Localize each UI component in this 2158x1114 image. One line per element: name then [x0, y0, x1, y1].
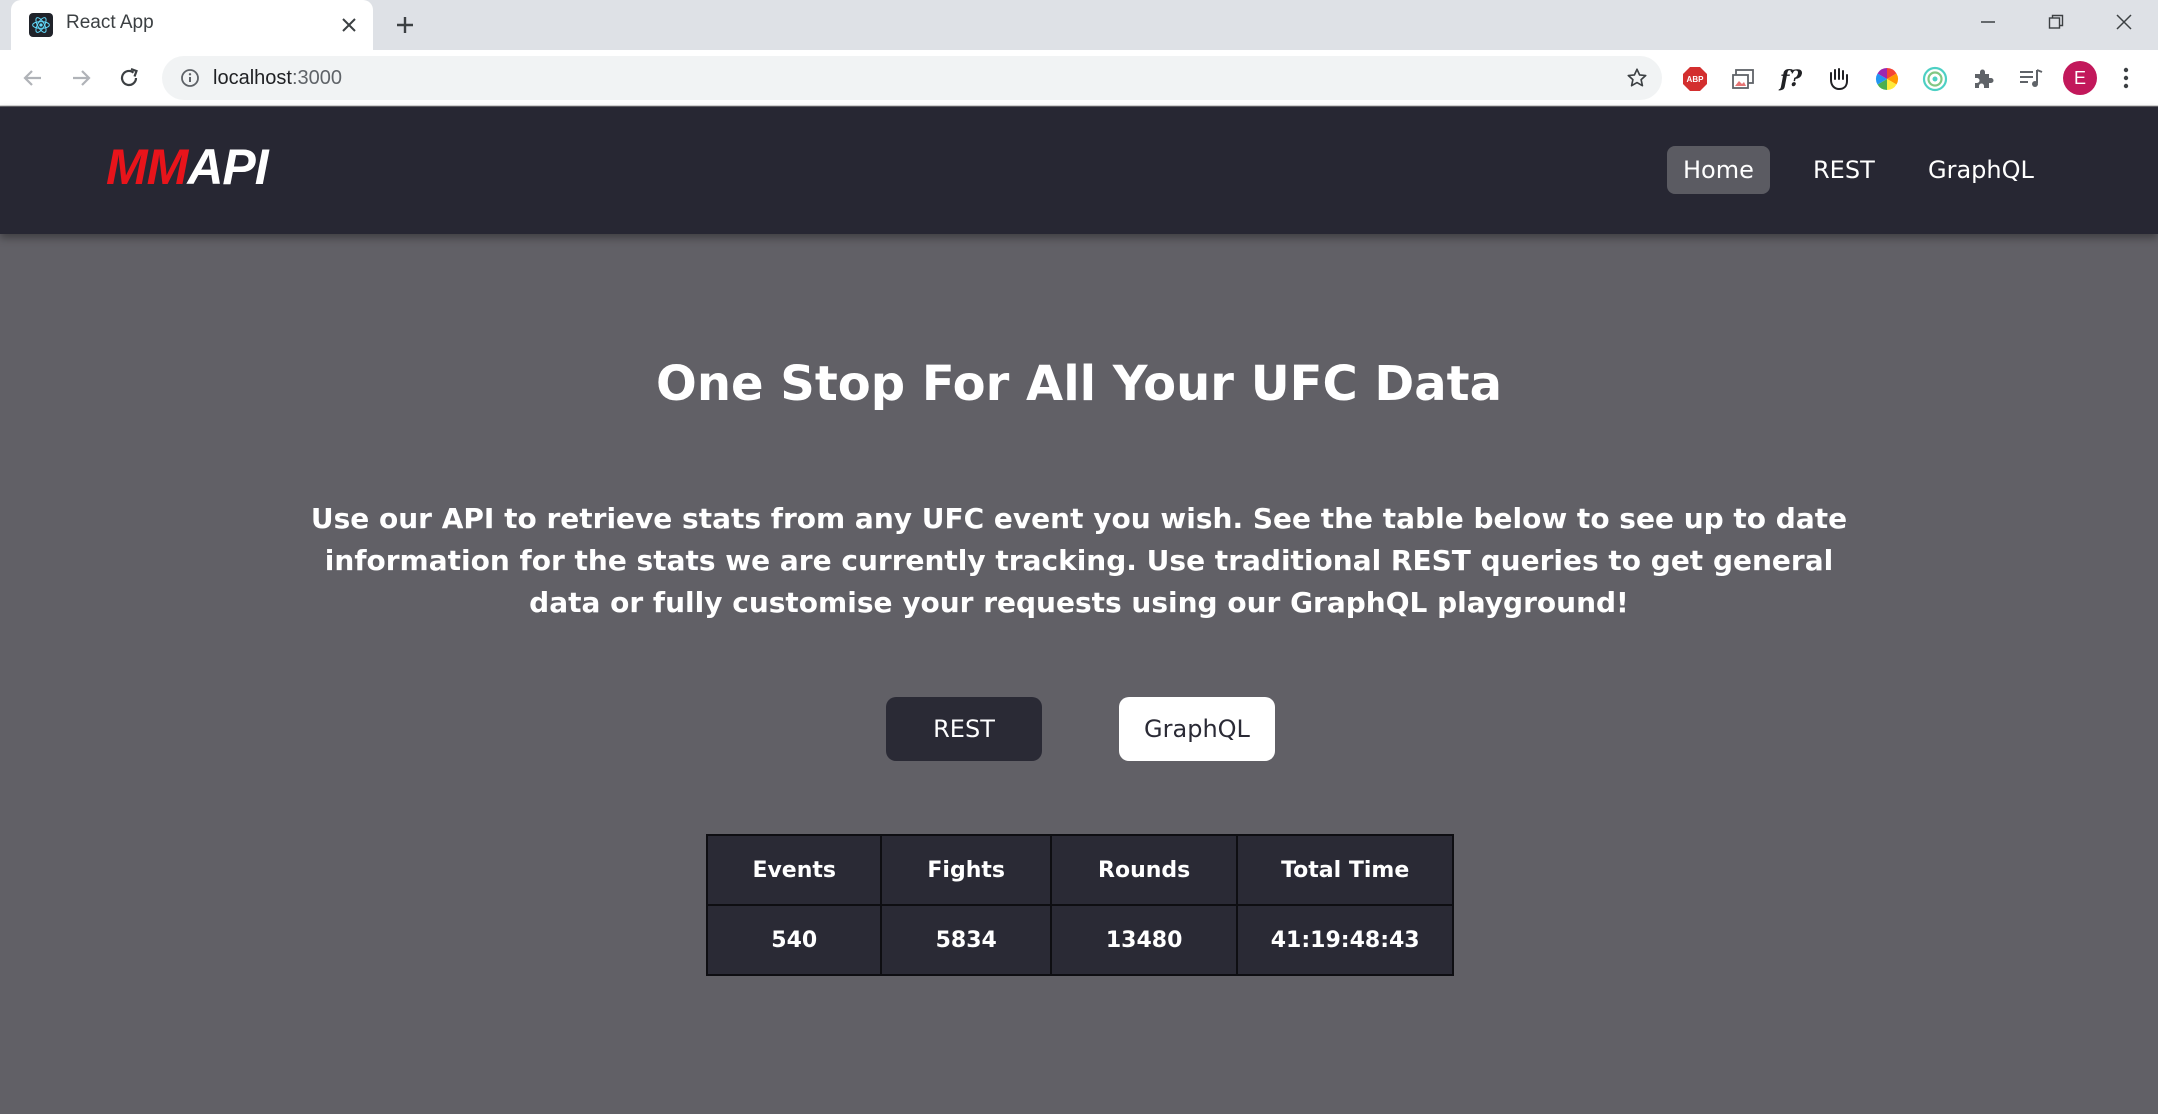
close-window-icon[interactable]: [2090, 0, 2158, 44]
stats-value-row: 540 5834 13480 41:19:48:43: [705, 904, 1454, 976]
new-tab-icon[interactable]: [390, 10, 420, 40]
graphql-button[interactable]: GraphQL: [1119, 697, 1275, 761]
puzzle-icon[interactable]: [1969, 65, 1997, 93]
browser-tabstrip: React App: [0, 0, 2158, 50]
page-title: One Stop For All Your UFC Data: [656, 356, 1502, 412]
minimize-icon[interactable]: [1954, 0, 2022, 44]
adblock-icon[interactable]: ABP: [1681, 65, 1709, 93]
react-favicon-icon: [29, 13, 53, 37]
font-ext-icon[interactable]: f?: [1777, 65, 1805, 93]
url-text: localhost:3000: [213, 67, 342, 90]
restore-icon[interactable]: [2022, 0, 2090, 44]
logo[interactable]: MMAPI: [106, 137, 269, 197]
forward-icon[interactable]: [64, 61, 98, 95]
browser-toolbar: localhost:3000 ABP f?: [0, 50, 2158, 106]
stats-header-row: Events Fights Rounds Total Time: [705, 834, 1454, 906]
stats-table: Events Fights Rounds Total Time 540 5834…: [705, 834, 1454, 976]
nav-graphql[interactable]: GraphQL: [1912, 146, 2050, 194]
color-wheel-ext-icon[interactable]: [1873, 65, 1901, 93]
browser-tab[interactable]: React App: [11, 0, 373, 50]
image-ext-icon[interactable]: [1729, 65, 1757, 93]
site-info-icon[interactable]: [178, 66, 202, 90]
value-total-time: 41:19:48:43: [1236, 904, 1454, 976]
profile-avatar[interactable]: E: [2063, 61, 2097, 95]
url-host: localhost: [213, 67, 292, 89]
media-playlist-icon[interactable]: [2017, 65, 2045, 93]
rest-button[interactable]: REST: [886, 697, 1042, 761]
reload-icon[interactable]: [112, 61, 146, 95]
nav-rest[interactable]: REST: [1797, 146, 1891, 194]
back-icon[interactable]: [16, 61, 50, 95]
value-rounds: 13480: [1049, 904, 1239, 976]
hero-description: Use our API to retrieve stats from any U…: [310, 502, 1848, 619]
url-port: :3000: [291, 67, 342, 89]
tab-title: React App: [66, 12, 154, 33]
target-ext-icon[interactable]: [1921, 65, 1949, 93]
bookmark-star-icon[interactable]: [1624, 65, 1650, 91]
nav-home[interactable]: Home: [1667, 146, 1770, 194]
logo-part-api: API: [187, 139, 268, 195]
logo-part-mm: MM: [106, 139, 188, 195]
app-navbar: MMAPI Home REST GraphQL: [0, 107, 2158, 234]
address-bar[interactable]: localhost:3000: [162, 56, 1662, 100]
tab-close-icon[interactable]: [337, 13, 361, 37]
svg-text:ABP: ABP: [1687, 75, 1705, 84]
value-events: 540: [705, 904, 883, 976]
value-fights: 5834: [880, 904, 1052, 976]
header-rounds: Rounds: [1049, 834, 1239, 906]
header-fights: Fights: [880, 834, 1052, 906]
header-total-time: Total Time: [1236, 834, 1454, 906]
header-events: Events: [705, 834, 883, 906]
hand-ext-icon[interactable]: [1825, 65, 1853, 93]
browser-menu-icon[interactable]: [2114, 62, 2138, 94]
